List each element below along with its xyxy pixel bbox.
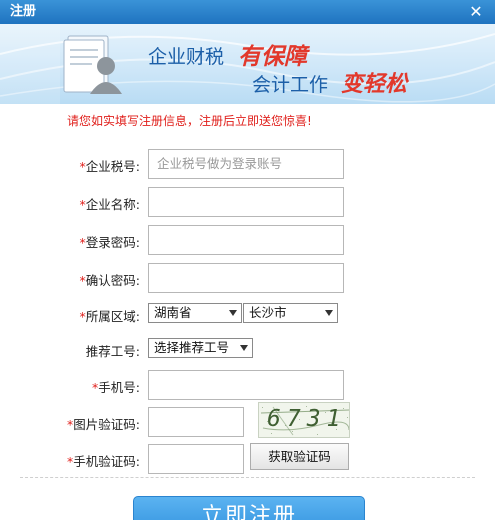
confirm-password-label-text: 确认密码:: [85, 273, 140, 288]
registration-notice: 请您如实填写注册信息，注册后立即送您惊喜!: [67, 114, 312, 128]
get-code-button[interactable]: 获取验证码: [250, 443, 349, 470]
company-name-label-text: 企业名称:: [85, 197, 140, 212]
city-select[interactable]: 长沙市: [243, 303, 338, 323]
chevron-down-icon: [325, 310, 333, 316]
title-bar: 注册 ✕: [0, 0, 495, 24]
tax-id-input[interactable]: 企业税号做为登录账号: [148, 149, 344, 179]
region-label: *所属区域:: [80, 306, 140, 325]
captcha-text: 6731: [267, 406, 347, 432]
referrer-label: 推荐工号:: [86, 341, 140, 360]
password-input[interactable]: [148, 225, 344, 255]
company-name-label: *企业名称:: [80, 194, 140, 213]
sms-code-label-text: 手机验证码:: [73, 454, 140, 469]
password-label: *登录密码:: [80, 232, 140, 251]
province-value: 湖南省: [154, 305, 192, 320]
region-label-text: 所属区域:: [85, 309, 140, 324]
phone-label-text: 手机号:: [98, 380, 140, 395]
document-user-icon: [63, 35, 122, 94]
sms-code-input[interactable]: [148, 444, 244, 474]
slogan-accounting: 会计工作: [252, 74, 329, 96]
sms-code-label: *手机验证码:: [67, 451, 140, 470]
confirm-password-label: *确认密码:: [80, 270, 140, 289]
slogan-guarantee: 有保障: [238, 44, 307, 70]
divider: [20, 477, 475, 478]
province-select[interactable]: 湖南省: [148, 303, 242, 323]
phone-label: *手机号:: [92, 377, 140, 396]
referrer-label-text: 推荐工号:: [85, 344, 140, 359]
close-icon[interactable]: ✕: [457, 0, 495, 24]
register-button[interactable]: 立即注册: [133, 496, 365, 520]
image-code-label: *图片验证码:: [67, 414, 140, 433]
slogan-easy: 变轻松: [341, 72, 408, 97]
tax-id-label: *企业税号:: [80, 156, 140, 175]
chevron-down-icon: [240, 345, 248, 351]
image-code-input[interactable]: [148, 407, 244, 437]
referrer-select[interactable]: 选择推荐工号: [148, 338, 253, 358]
city-value: 长沙市: [249, 305, 287, 320]
password-label-text: 登录密码:: [85, 235, 140, 250]
tax-id-label-text: 企业税号:: [85, 159, 140, 174]
window-title: 注册: [10, 4, 37, 19]
phone-input[interactable]: [148, 370, 344, 400]
image-code-label-text: 图片验证码:: [73, 417, 140, 432]
referrer-value: 选择推荐工号: [154, 340, 230, 355]
header-banner: 企业财税 有保障 会计工作 变轻松: [0, 24, 495, 104]
slogan-tax: 企业财税: [148, 46, 225, 68]
confirm-password-input[interactable]: [148, 263, 344, 293]
company-name-input[interactable]: [148, 187, 344, 217]
captcha-image[interactable]: 6731: [258, 402, 350, 438]
chevron-down-icon: [229, 310, 237, 316]
